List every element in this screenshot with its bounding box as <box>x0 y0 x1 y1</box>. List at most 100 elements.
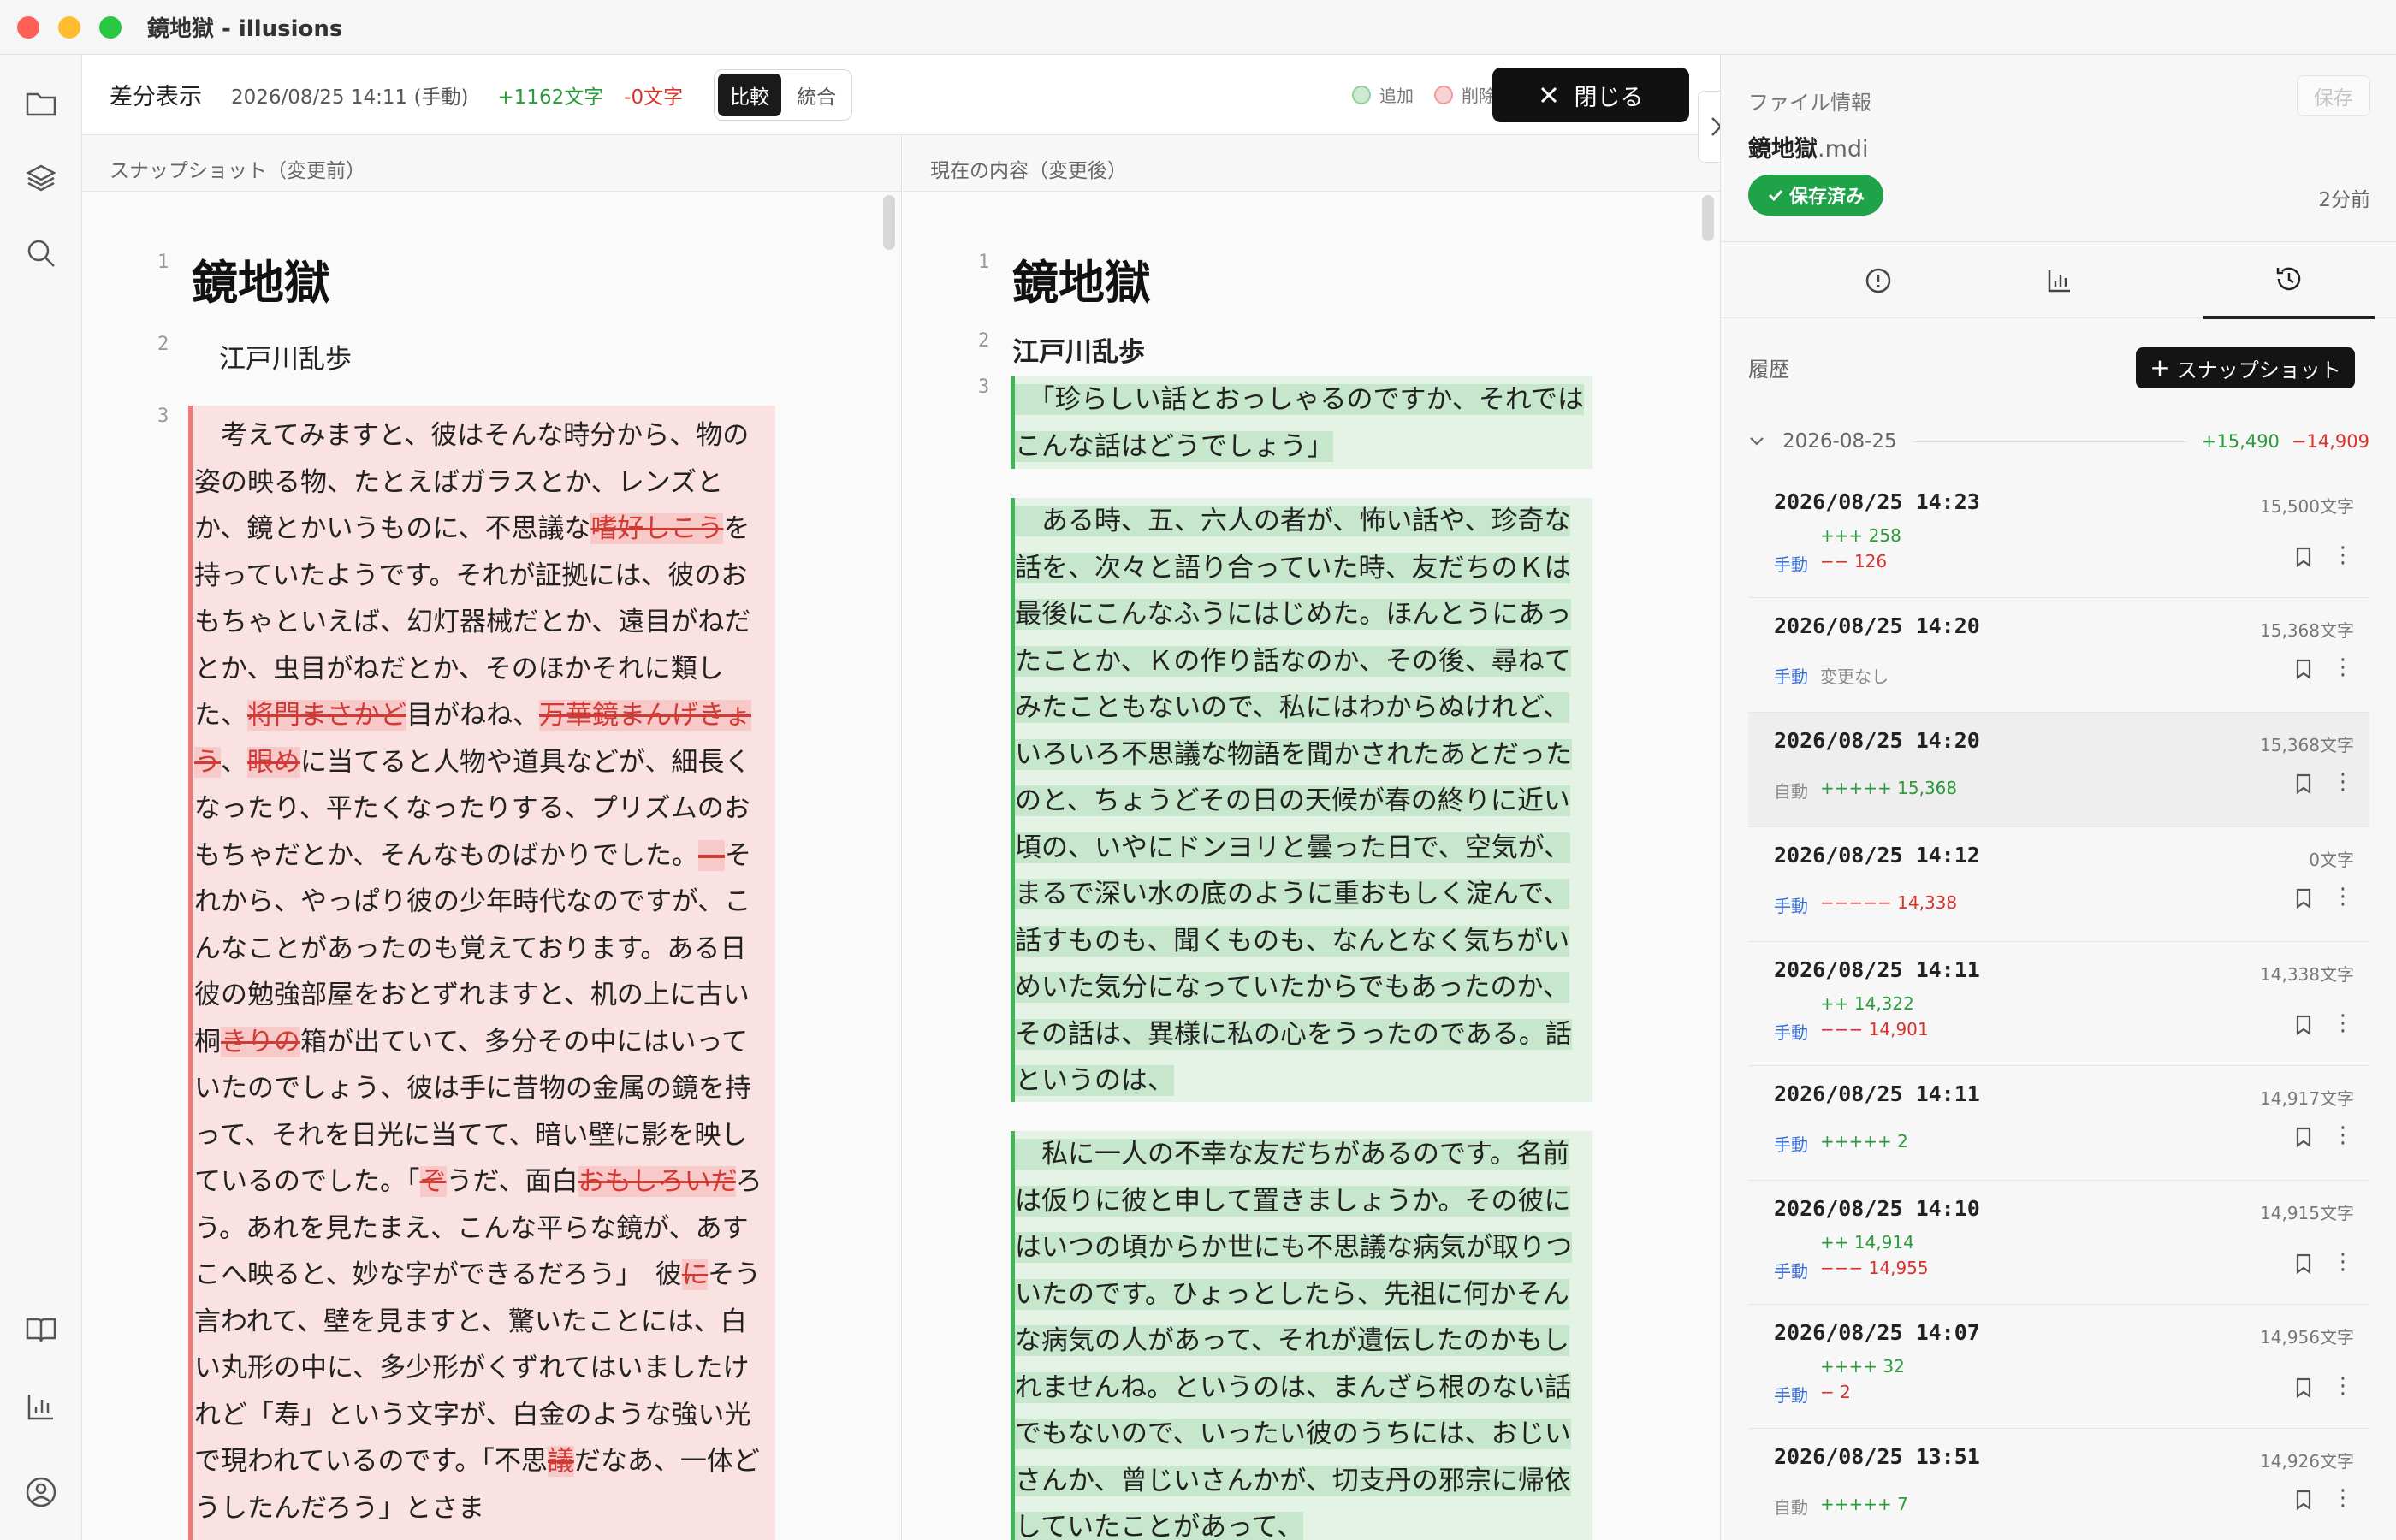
diff-legend: 追加 削除 <box>1352 82 1496 107</box>
text-run: それから、やっぱり彼の少年時代なのですが、こんなことがあったのも覚えております。… <box>194 839 751 1057</box>
history-group-date: 2026-08-25 <box>1782 430 1897 453</box>
entry-type: 手動 <box>1774 554 1808 575</box>
more-icon[interactable]: ⋮ <box>2332 886 2354 908</box>
file-extension: .mdi <box>1818 136 1869 163</box>
history-entry[interactable]: 2026/08/25 14:10 14,915文字 ++ 14,914 手動 −… <box>1748 1181 2369 1305</box>
mode-merge-button[interactable]: 統合 <box>785 74 848 116</box>
entry-added: ++ 14,914 <box>1820 1232 1914 1253</box>
entry-time: 2026/08/25 14:07 <box>1774 1320 1980 1345</box>
added-text: 私に一人の不幸な友だちがあるのです。名前は仮りに彼と申して置きましょうか。その彼… <box>1015 1139 1573 1540</box>
history-entry[interactable]: 2026/08/25 14:23 15,500文字 +++ 258 手動 −− … <box>1748 474 2369 598</box>
deleted-paragraph: 考えてみますと、彼はそんな時分から、物の姿の映る物、たとえばガラスとか、レンズと… <box>188 406 775 1540</box>
layers-icon[interactable] <box>24 161 58 195</box>
check-icon <box>1768 189 1783 202</box>
window-controls <box>17 15 122 38</box>
legend-add-label: 追加 <box>1379 86 1414 106</box>
entry-time: 2026/08/25 14:10 <box>1774 1196 1980 1221</box>
legend-delete-dot <box>1434 85 1453 104</box>
more-icon[interactable]: ⋮ <box>2332 771 2354 793</box>
entry-removed: −− 126 <box>1820 551 1888 572</box>
deleted-text: 将門まさかど <box>247 700 406 731</box>
divider <box>1912 441 2186 442</box>
entry-note: 変更なし <box>1820 666 1889 687</box>
mode-compare-button[interactable]: 比較 <box>718 73 782 116</box>
search-icon[interactable] <box>24 236 58 270</box>
bookmark-icon[interactable] <box>2292 1014 2315 1036</box>
user-icon[interactable] <box>24 1475 58 1509</box>
line-number: 1 <box>157 252 169 273</box>
history-entry-selected[interactable]: 2026/08/25 14:20 15,368文字 自動 +++++ 15,36… <box>1748 713 2369 827</box>
added-paragraph: ある時、五、六人の者が、怖い話や、珍奇な話を、次々と語り合っていた時、友だちのＫ… <box>1011 498 1592 1102</box>
history-entry[interactable]: 2026/08/25 14:11 14,338文字 ++ 14,322 手動 −… <box>1748 942 2369 1066</box>
close-diff-button[interactable]: 閉じる <box>1492 68 1689 122</box>
deleted-text: ― <box>698 839 725 871</box>
document-title: 鏡地獄 <box>1012 255 1151 310</box>
tab-alerts[interactable] <box>1793 242 1964 319</box>
bookmark-icon[interactable] <box>2292 773 2315 795</box>
book-icon[interactable] <box>24 1312 58 1347</box>
bookmark-icon[interactable] <box>2292 1377 2315 1399</box>
deleted-text: 嗜好しこう <box>590 513 724 544</box>
more-icon[interactable]: ⋮ <box>2332 1124 2354 1146</box>
entry-removed: −−− 14,901 <box>1820 1019 1929 1040</box>
bookmark-icon[interactable] <box>2292 1126 2315 1148</box>
deleted-text: 議 <box>547 1446 574 1477</box>
more-icon[interactable]: ⋮ <box>2332 1487 2354 1509</box>
deleted-text: 眼め <box>247 746 300 778</box>
bookmark-icon[interactable] <box>2292 1489 2315 1511</box>
added-text: 「珍らしい話とおっしゃるのですか、それではこんな話はどうでしょう」 <box>1015 384 1584 462</box>
bookmark-icon[interactable] <box>2292 1253 2315 1275</box>
bookmark-icon[interactable] <box>2292 546 2315 568</box>
entry-chars: 15,368文字 <box>2260 620 2354 641</box>
right-scrollbar[interactable] <box>1702 195 1714 241</box>
history-icon <box>2276 267 2301 291</box>
more-icon[interactable]: ⋮ <box>2332 544 2354 566</box>
legend-delete-label: 削除 <box>1462 86 1496 106</box>
legend-add-dot <box>1352 85 1371 104</box>
line-number: 3 <box>157 406 169 427</box>
history-entry[interactable]: 2026/08/25 14:07 14,956文字 ++++ 32 手動 − 2… <box>1748 1305 2369 1429</box>
chart-icon[interactable] <box>24 1389 58 1424</box>
bookmark-icon[interactable] <box>2292 658 2315 680</box>
deleted-text: おもしろいだ <box>578 1166 736 1197</box>
zoom-window-button[interactable] <box>99 15 122 38</box>
entry-type: 手動 <box>1774 1385 1808 1406</box>
save-button[interactable]: 保存 <box>2297 75 2370 116</box>
entry-removed: − 2 <box>1820 1382 1851 1402</box>
entry-type: 手動 <box>1774 1134 1808 1155</box>
chevron-down-icon <box>1750 437 1764 446</box>
bookmark-icon[interactable] <box>2292 887 2315 909</box>
entry-chars: 0文字 <box>2309 850 2354 870</box>
entry-type: 手動 <box>1774 1261 1808 1282</box>
current-pane-header: 現在の内容（変更後） <box>903 135 1720 192</box>
entry-added: +++++ 15,368 <box>1820 778 1958 798</box>
line-number: 2 <box>157 334 169 355</box>
history-entry[interactable]: 2026/08/25 14:11 14,917文字 手動 +++++ 2 ⋮ <box>1748 1066 2369 1181</box>
history-entry[interactable]: 2026/08/25 14:12 0文字 手動 −−−−− 14,338 ⋮ <box>1748 827 2369 942</box>
entry-chars: 14,926文字 <box>2260 1451 2354 1472</box>
close-window-button[interactable] <box>17 15 39 38</box>
tab-stats[interactable] <box>1974 242 2145 319</box>
entry-time: 2026/08/25 14:20 <box>1774 728 1980 753</box>
minimize-window-button[interactable] <box>58 15 80 38</box>
entry-chars: 15,368文字 <box>2260 735 2354 755</box>
entry-added: +++++ 7 <box>1820 1494 1908 1514</box>
saved-status-badge: 保存済み <box>1748 175 1883 216</box>
entry-time: 2026/08/25 13:51 <box>1774 1444 1980 1469</box>
entry-chars: 14,915文字 <box>2260 1203 2354 1223</box>
history-group-header[interactable]: 2026-08-25 +15,490 −14,909 <box>1748 424 2369 459</box>
more-icon[interactable]: ⋮ <box>2332 1375 2354 1397</box>
create-snapshot-button[interactable]: + スナップショット <box>2136 347 2355 388</box>
document-title: 鏡地獄 <box>192 255 330 310</box>
more-icon[interactable]: ⋮ <box>2332 1012 2354 1034</box>
window-title: 鏡地獄 - illusions <box>147 16 343 42</box>
history-entry[interactable]: 2026/08/25 13:51 14,926文字 自動 +++++ 7 ⋮ <box>1748 1429 2369 1540</box>
entry-type: 手動 <box>1774 666 1808 687</box>
history-entry[interactable]: 2026/08/25 14:20 15,368文字 手動 変更なし ⋮ <box>1748 598 2369 713</box>
tab-history[interactable] <box>2203 242 2375 319</box>
entry-added: ++ 14,322 <box>1820 993 1914 1014</box>
more-icon[interactable]: ⋮ <box>2332 656 2354 678</box>
more-icon[interactable]: ⋮ <box>2332 1251 2354 1273</box>
left-scrollbar[interactable] <box>883 195 895 250</box>
folder-icon[interactable] <box>24 86 58 120</box>
